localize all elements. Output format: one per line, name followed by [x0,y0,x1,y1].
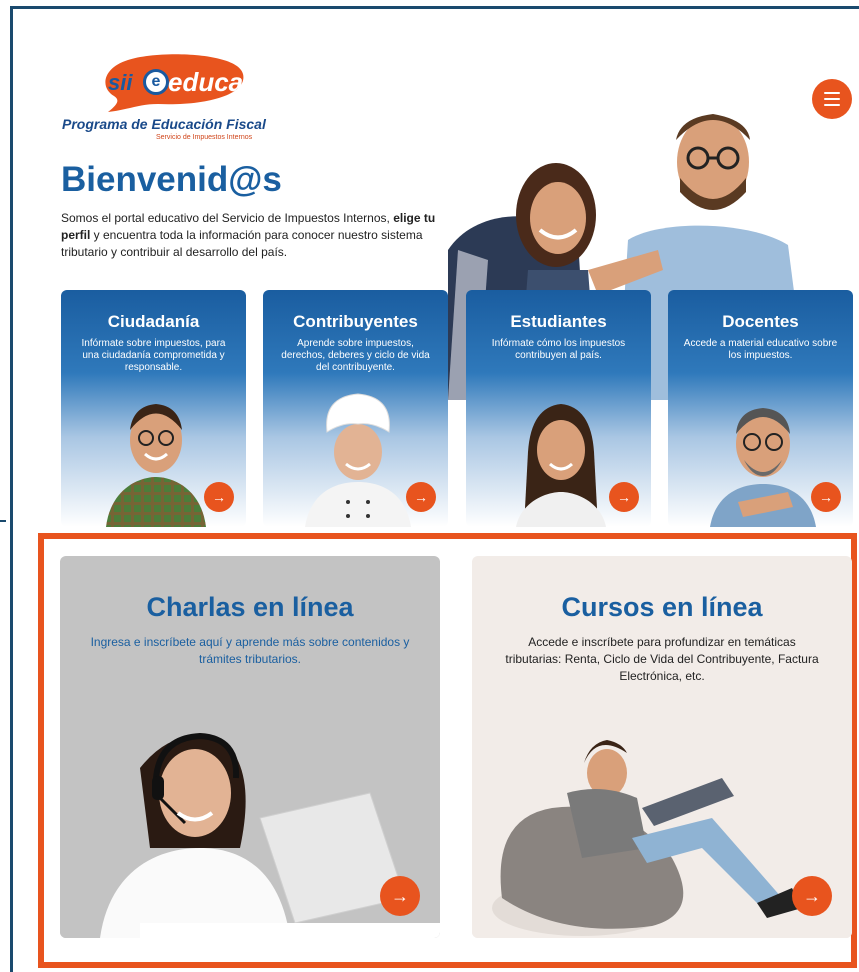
chef-photo [305,393,411,527]
arrow-right-icon[interactable]: → [792,876,832,916]
menu-bar [824,92,840,94]
card-description: Aprende sobre impuestos, derechos, deber… [281,338,430,373]
profile-card-contribuyentes[interactable]: Contribuyentes Aprende sobre impuestos, … [263,290,448,527]
arrow-right-icon[interactable]: → [204,482,234,512]
card-description: Infórmate cómo los impuestos contribuyen… [491,338,626,361]
citizen-photo [106,404,206,527]
page-title: Bienvenid@s [61,160,282,199]
charlas-description: Ingresa e inscríbete aquí y aprende más … [90,635,410,666]
siieduca-logo[interactable]: sii e educa Programa de Educación Fiscal… [62,54,292,146]
cursos-description: Accede e inscríbete para profundizar en … [505,635,819,683]
card-title: Ciudadanía [107,312,200,331]
logo-educa-text: educa [168,67,244,97]
card-title: Docentes [722,312,799,331]
profile-card-ciudadania[interactable]: Ciudadanía Infórmate sobre impuestos, pa… [61,290,246,527]
charlas-card[interactable]: Charlas en línea Ingresa e inscríbete aq… [60,556,440,938]
charlas-title: Charlas en línea [146,592,354,622]
frame-tick [0,520,6,522]
logo-at-symbol: e [143,69,169,95]
profile-card-docentes[interactable]: Docentes Accede a material educativo sob… [668,290,853,527]
arrow-right-icon[interactable]: → [406,482,436,512]
logo-service-name: Servicio de Impuestos Internos [156,134,253,141]
card-description: Infórmate sobre impuestos, para una ciud… [81,338,226,373]
card-title: Estudiantes [510,312,607,331]
arrow-right-icon[interactable]: → [811,482,841,512]
teacher-photo [710,408,816,527]
cursos-card[interactable]: Cursos en línea Accede e inscríbete para… [472,556,852,938]
card-description: Accede a material educativo sobre los im… [683,338,838,361]
cursos-title: Cursos en línea [561,592,763,622]
hero-description: Somos el portal educativo del Servicio d… [61,211,436,259]
arrow-right-icon[interactable]: → [380,876,420,916]
card-title: Contribuyentes [293,312,418,331]
student-photo [516,404,606,527]
logo-program-name: Programa de Educación Fiscal [62,116,266,132]
logo-sii-text: sii [108,70,133,95]
profile-card-estudiantes[interactable]: Estudiantes Infórmate cómo los impuestos… [466,290,651,527]
arrow-right-icon[interactable]: → [609,482,639,512]
